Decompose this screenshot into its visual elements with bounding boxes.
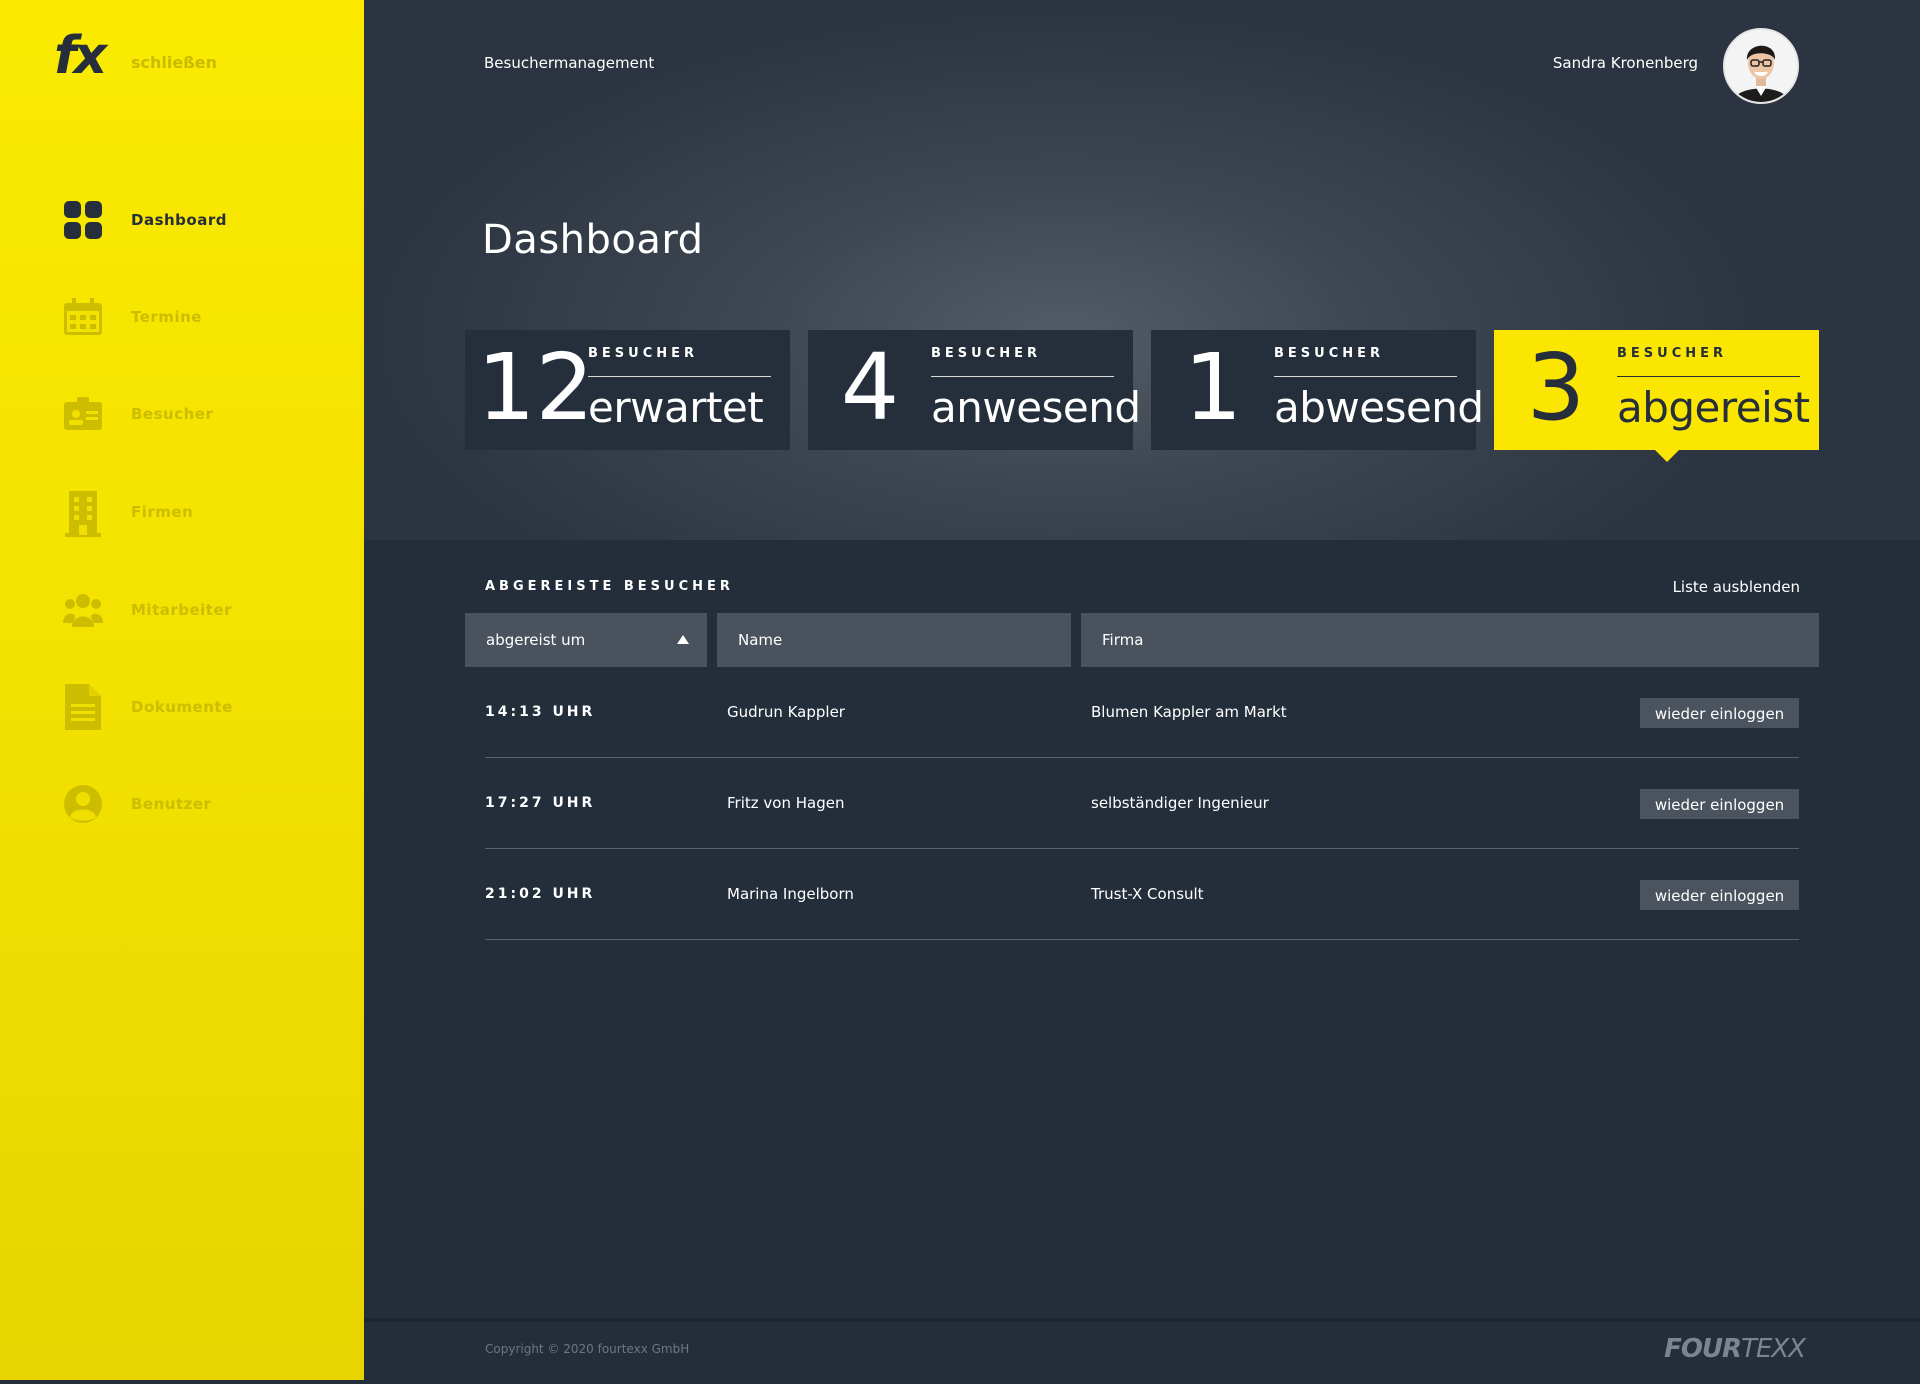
- stat-kicker: BESUCHER: [1274, 346, 1385, 361]
- user-icon: [63, 782, 103, 826]
- sort-ascending-icon: [677, 635, 689, 644]
- stat-label: abgereist: [1617, 383, 1810, 432]
- copyright-text: Copyright © 2020 fourtexx GmbH: [485, 1342, 690, 1356]
- brand-thin: TEXX: [1741, 1334, 1806, 1364]
- stat-kicker: BESUCHER: [1617, 346, 1728, 361]
- stat-count: 1: [1183, 334, 1243, 441]
- stat-label: anwesend: [931, 383, 1141, 432]
- dashboard-icon: [63, 198, 103, 242]
- table-row: 17:27 UHR Fritz von Hagen selbständiger …: [485, 758, 1799, 849]
- table-row: 14:13 UHR Gudrun Kappler Blumen Kappler …: [485, 667, 1799, 758]
- stat-count: 12: [477, 334, 595, 441]
- avatar[interactable]: [1723, 28, 1799, 104]
- sidebar-item-benutzer[interactable]: Benutzer: [0, 774, 364, 834]
- row-visitor-name: Marina Ingelborn: [727, 885, 854, 903]
- sidebar-item-dashboard[interactable]: Dashboard: [0, 190, 364, 250]
- fourtexx-logo[interactable]: FOURTEXX: [1664, 1334, 1806, 1364]
- avatar-portrait-icon: [1725, 30, 1797, 102]
- stat-kicker: BESUCHER: [588, 346, 699, 361]
- sidebar-item-label: Termine: [131, 308, 202, 326]
- page-title: Dashboard: [482, 216, 704, 263]
- stat-count: 4: [840, 334, 900, 441]
- app-title: Besuchermanagement: [484, 54, 655, 72]
- re-login-button[interactable]: wieder einloggen: [1640, 880, 1799, 910]
- column-header-company[interactable]: Firma: [1081, 613, 1819, 667]
- sidebar-item-mitarbeiter[interactable]: Mitarbeiter: [0, 580, 364, 640]
- stat-card-present[interactable]: 4 BESUCHER anwesend: [808, 330, 1141, 450]
- stat-divider: [1274, 376, 1457, 377]
- sidebar-item-termine[interactable]: Termine: [0, 287, 364, 347]
- sidebar-item-label: Mitarbeiter: [131, 601, 233, 619]
- stat-count: 3: [1526, 334, 1586, 441]
- user-name[interactable]: Sandra Kronenberg: [1553, 54, 1698, 72]
- team-icon: [63, 588, 103, 632]
- hero-panel: Besuchermanagement Sandra Kronenberg Das…: [364, 0, 1920, 540]
- stat-divider: [588, 376, 771, 377]
- close-sidebar-link[interactable]: schließen: [131, 53, 217, 72]
- main-content: Besuchermanagement Sandra Kronenberg Das…: [364, 0, 1920, 1384]
- stat-divider: [931, 376, 1114, 377]
- stat-kicker: BESUCHER: [931, 346, 1042, 361]
- row-company: Trust-X Consult: [1091, 885, 1204, 903]
- sidebar-item-dokumente[interactable]: Dokumente: [0, 677, 364, 737]
- row-departed-time: 14:13 UHR: [485, 704, 596, 720]
- column-header-label: Name: [738, 631, 783, 649]
- row-departed-time: 17:27 UHR: [485, 795, 596, 811]
- sidebar: fx schließen Dashboard Termine Besucher …: [0, 0, 364, 1380]
- row-departed-time: 21:02 UHR: [485, 886, 596, 902]
- table-row: 21:02 UHR Marina Ingelborn Trust-X Consu…: [485, 849, 1799, 940]
- sidebar-item-besucher[interactable]: Besucher: [0, 384, 364, 444]
- column-header-departed-at[interactable]: abgereist um: [465, 613, 707, 667]
- visitor-badge-icon: [63, 392, 103, 436]
- sidebar-item-label: Dashboard: [131, 211, 227, 229]
- hide-list-link[interactable]: Liste ausblenden: [1673, 578, 1800, 596]
- sidebar-item-label: Besucher: [131, 405, 214, 423]
- column-header-name[interactable]: Name: [717, 613, 1071, 667]
- sidebar-item-label: Benutzer: [131, 795, 212, 813]
- sidebar-item-firmen[interactable]: Firmen: [0, 482, 364, 542]
- footer: Copyright © 2020 fourtexx GmbH FOURTEXX: [364, 1318, 1920, 1384]
- sidebar-item-label: Firmen: [131, 503, 194, 521]
- sidebar-item-label: Dokumente: [131, 698, 233, 716]
- stat-card-departed[interactable]: 3 BESUCHER abgereist: [1494, 330, 1819, 462]
- column-header-label: Firma: [1102, 631, 1144, 649]
- stat-card-absent[interactable]: 1 BESUCHER abwesend: [1151, 330, 1484, 450]
- fx-logo[interactable]: fx: [54, 26, 107, 86]
- stat-label: abwesend: [1274, 383, 1484, 432]
- row-company: Blumen Kappler am Markt: [1091, 703, 1287, 721]
- row-visitor-name: Gudrun Kappler: [727, 703, 845, 721]
- re-login-button[interactable]: wieder einloggen: [1640, 789, 1799, 819]
- brand-bold: FOUR: [1664, 1334, 1742, 1364]
- row-visitor-name: Fritz von Hagen: [727, 794, 845, 812]
- building-icon: [63, 490, 103, 537]
- stat-label: erwartet: [588, 383, 764, 432]
- stat-card-expected[interactable]: 12 BESUCHER erwartet: [465, 330, 790, 450]
- document-icon: [63, 684, 103, 730]
- column-header-label: abgereist um: [486, 631, 586, 649]
- calendar-icon: [63, 295, 103, 339]
- re-login-button[interactable]: wieder einloggen: [1640, 698, 1799, 728]
- stat-divider: [1617, 376, 1800, 377]
- row-company: selbständiger Ingenieur: [1091, 794, 1269, 812]
- table-title: ABGEREISTE BESUCHER: [485, 579, 734, 594]
